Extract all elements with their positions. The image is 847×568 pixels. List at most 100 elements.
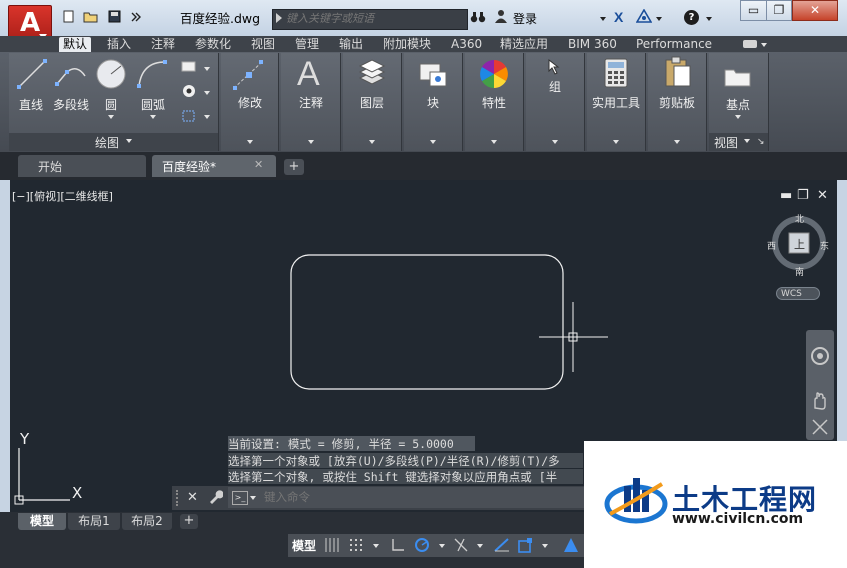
modify-icon[interactable]: [232, 58, 266, 95]
chevron-down-icon[interactable]: [477, 544, 483, 548]
panel-launcher-icon[interactable]: ↘: [757, 137, 765, 147]
viewcube-east[interactable]: 东: [820, 239, 829, 252]
wcs-menu[interactable]: WCS: [776, 287, 820, 300]
grid-icon[interactable]: [324, 537, 340, 556]
tab-default[interactable]: 默认: [59, 37, 92, 52]
chevron-down-icon[interactable]: [744, 139, 750, 143]
basepoint-label[interactable]: 基点: [713, 96, 763, 113]
save-icon[interactable]: [106, 10, 122, 24]
chevron-down-icon[interactable]: [204, 115, 210, 119]
line-tool-label[interactable]: 直线: [12, 96, 50, 113]
new-file-icon[interactable]: [60, 10, 76, 24]
new-tab-button[interactable]: +: [284, 159, 304, 175]
layout-tab-layout2[interactable]: 布局2: [122, 513, 172, 530]
minimize-ribbon-icon[interactable]: [743, 40, 757, 48]
chevron-down-icon[interactable]: [491, 140, 497, 144]
viewcube-south[interactable]: 南: [795, 265, 804, 278]
rectangle-tool-icon[interactable]: [180, 60, 198, 77]
model-space-button[interactable]: 模型: [292, 537, 316, 554]
view-panel-label[interactable]: 视图: [711, 134, 741, 151]
tab-addins[interactable]: 附加模块: [383, 37, 431, 52]
region-tool-icon[interactable]: [180, 108, 198, 127]
chevron-down-icon[interactable]: [308, 140, 314, 144]
chevron-down-icon[interactable]: [735, 115, 741, 119]
object-snap-tracking-icon[interactable]: [452, 537, 470, 556]
close-icon[interactable]: ✕: [254, 158, 263, 171]
tab-a360[interactable]: A360: [451, 37, 482, 52]
a360-icon[interactable]: [635, 8, 653, 27]
chevron-down-icon[interactable]: [247, 140, 253, 144]
basepoint-icon[interactable]: [723, 64, 753, 91]
chevron-down-icon[interactable]: [656, 17, 662, 21]
new-layout-button[interactable]: +: [180, 514, 198, 529]
close-icon[interactable]: ✕: [187, 490, 198, 505]
clipboard-icon[interactable]: [664, 56, 692, 91]
user-icon[interactable]: [494, 9, 508, 27]
steering-wheel-icon[interactable]: [810, 346, 830, 369]
circle-tool-icon[interactable]: [95, 58, 127, 93]
tab-output[interactable]: 输出: [339, 37, 363, 52]
viewcube-north[interactable]: 北: [795, 212, 804, 225]
tab-featured-apps[interactable]: 精选应用: [500, 37, 548, 52]
chevron-down-icon[interactable]: [761, 43, 767, 47]
annotate-label[interactable]: 注释: [285, 94, 337, 111]
tab-manage[interactable]: 管理: [295, 37, 319, 52]
wrench-icon[interactable]: [207, 489, 224, 508]
chevron-down-icon[interactable]: [706, 17, 712, 21]
group-icon[interactable]: [546, 58, 564, 79]
command-line-grip[interactable]: [176, 490, 186, 506]
layers-label[interactable]: 图层: [347, 94, 397, 111]
open-folder-icon[interactable]: [82, 10, 98, 24]
chevron-down-icon[interactable]: [430, 140, 436, 144]
chevron-down-icon[interactable]: [439, 544, 445, 548]
lineweight-icon[interactable]: [493, 537, 511, 556]
viewcube-west[interactable]: 西: [767, 239, 776, 252]
chevron-down-icon[interactable]: [613, 140, 619, 144]
chevron-down-icon[interactable]: [150, 115, 156, 119]
snap-grid-icon[interactable]: [348, 537, 366, 556]
tab-annotate[interactable]: 注释: [151, 37, 175, 52]
polar-tracking-icon[interactable]: [414, 537, 432, 556]
tab-view[interactable]: 视图: [251, 37, 275, 52]
properties-label[interactable]: 特性: [469, 94, 519, 111]
chevron-down-icon[interactable]: [108, 115, 114, 119]
chevron-down-icon[interactable]: [600, 17, 606, 21]
arc-tool-icon[interactable]: [136, 58, 168, 93]
help-button[interactable]: ?: [684, 10, 699, 25]
draw-panel-label[interactable]: 绘图: [82, 134, 132, 151]
transparency-icon[interactable]: [517, 537, 535, 556]
pan-hand-icon[interactable]: [810, 390, 830, 413]
chevron-down-icon[interactable]: [126, 139, 132, 143]
annotation-scale-icon[interactable]: [561, 536, 581, 557]
insert-block-icon[interactable]: [416, 58, 450, 93]
color-wheel-icon[interactable]: [478, 58, 510, 93]
polyline-tool-label[interactable]: 多段线: [50, 96, 92, 113]
layout-tab-model[interactable]: 模型: [18, 513, 66, 530]
tab-parametric[interactable]: 参数化: [195, 37, 231, 52]
command-prompt-icon[interactable]: >_: [232, 491, 248, 505]
tab-performance[interactable]: Performance: [636, 37, 712, 52]
tab-document[interactable]: 百度经验* ✕: [152, 155, 276, 177]
exchange-apps-icon[interactable]: X: [614, 9, 623, 25]
utilities-label[interactable]: 实用工具: [588, 94, 644, 111]
arc-tool-label[interactable]: 圆弧: [136, 96, 170, 113]
circle-tool-label[interactable]: 圆: [98, 96, 124, 113]
chevron-down-icon[interactable]: [369, 140, 375, 144]
search-expand-icon[interactable]: [276, 13, 282, 23]
command-input[interactable]: [264, 489, 564, 505]
more-icon[interactable]: [128, 10, 144, 24]
viewcube-top-face[interactable]: 上: [794, 236, 805, 252]
binoculars-icon[interactable]: [470, 10, 486, 28]
chevron-down-icon[interactable]: [674, 140, 680, 144]
restore-button[interactable]: ❐: [766, 0, 792, 21]
search-input[interactable]: [286, 10, 462, 27]
tab-insert[interactable]: 插入: [107, 37, 131, 52]
chevron-down-icon[interactable]: [373, 544, 379, 548]
tab-bim360[interactable]: BIM 360: [568, 37, 617, 52]
layers-icon[interactable]: [356, 58, 388, 91]
chevron-down-icon[interactable]: [552, 140, 558, 144]
block-label[interactable]: 块: [408, 94, 458, 111]
ortho-icon[interactable]: [390, 537, 406, 556]
minimize-button[interactable]: ▭: [740, 0, 767, 21]
text-icon[interactable]: A: [297, 55, 320, 94]
